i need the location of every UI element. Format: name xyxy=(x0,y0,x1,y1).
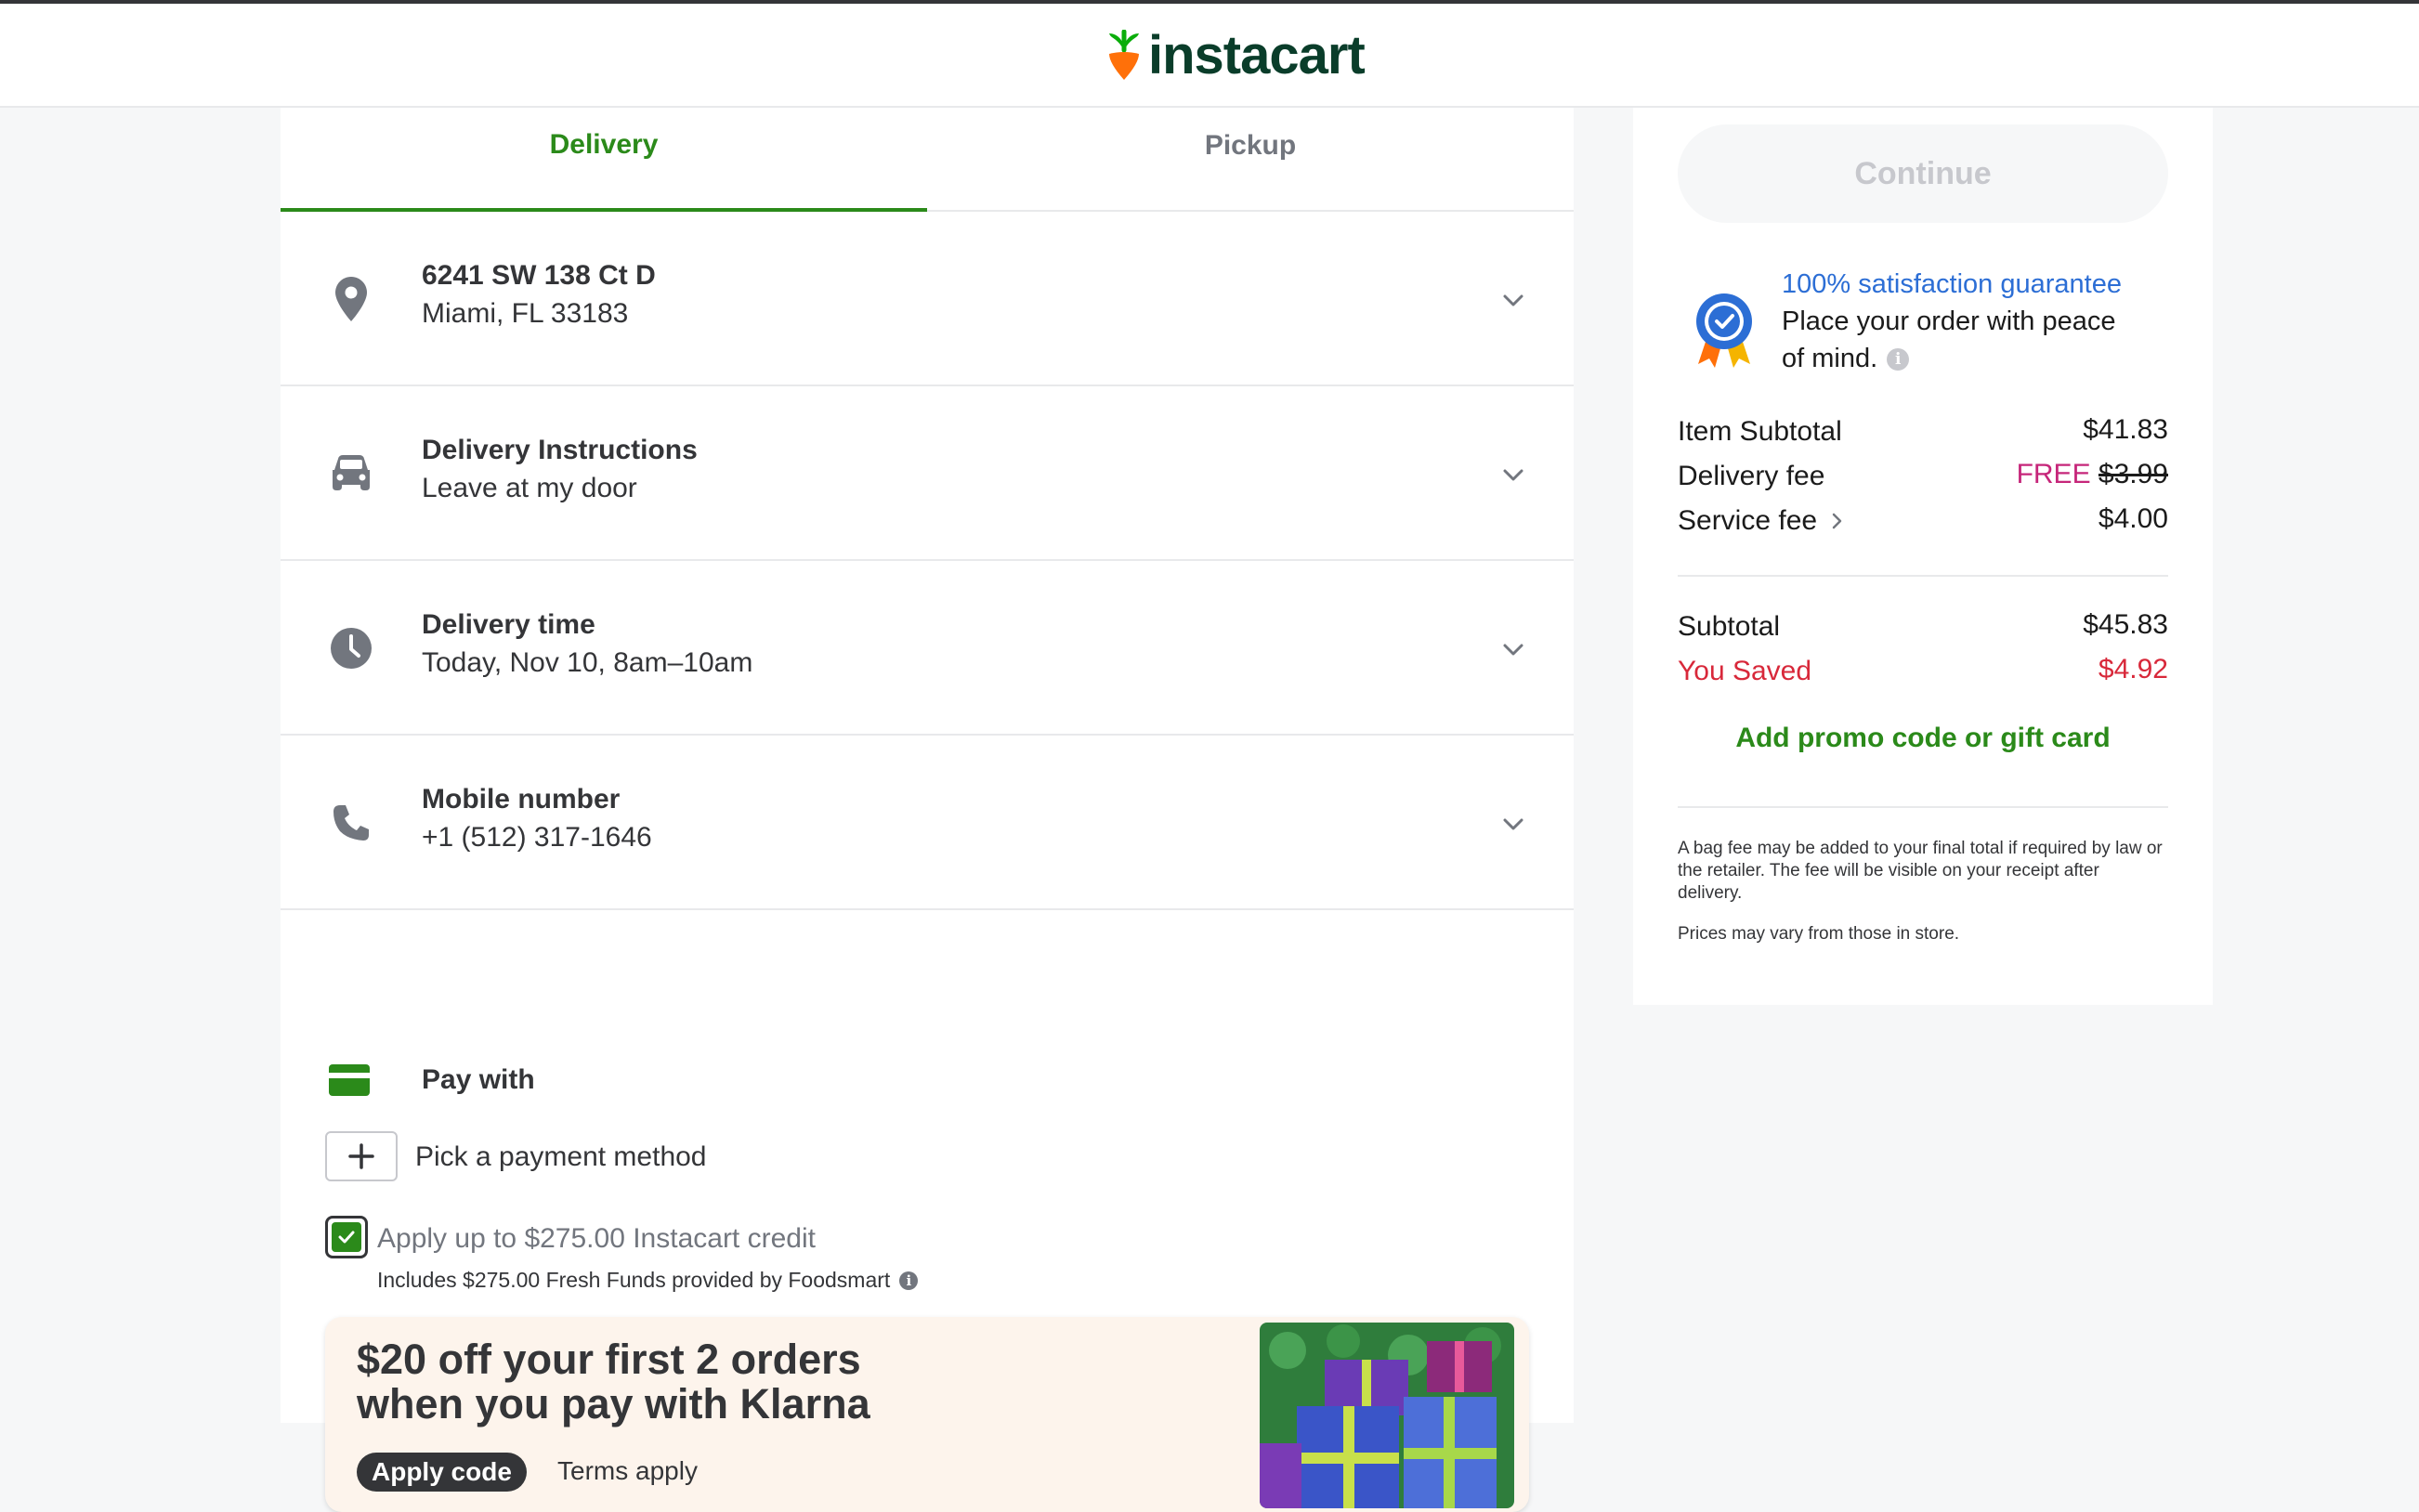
delivery-time-row[interactable]: Delivery time Today, Nov 10, 8am–10am xyxy=(281,561,1574,736)
address-title: 6241 SW 138 Ct D xyxy=(422,260,656,291)
chevron-down-icon xyxy=(1503,469,1523,481)
chevron-down-icon xyxy=(1503,644,1523,656)
chevron-down-icon xyxy=(1503,294,1523,306)
chevron-right-icon xyxy=(1832,513,1842,529)
info-icon[interactable]: i xyxy=(899,1271,919,1290)
checkbox-fill xyxy=(332,1222,361,1252)
service-fee-label: Service fee xyxy=(1678,505,1818,536)
guarantee-badge-icon xyxy=(1696,293,1752,368)
tab-pickup[interactable]: Pickup xyxy=(927,108,1574,210)
checkout-panel: Delivery Pickup 6241 SW 138 Ct D Miami, … xyxy=(281,108,1574,1512)
fresh-funds-text: Includes $275.00 Fresh Funds provided by… xyxy=(377,1268,891,1292)
subtotal-value: $45.83 xyxy=(2083,609,2168,640)
guarantee-title: 100% satisfaction guarantee xyxy=(1782,269,2122,299)
credit-card-icon xyxy=(329,1064,370,1096)
terms-apply-link[interactable]: Terms apply xyxy=(557,1456,698,1486)
logo-wordmark: instacart xyxy=(1148,25,1366,85)
instacart-credit-label: Apply up to $275.00 Instacart credit xyxy=(377,1223,816,1254)
delivery-time-title: Delivery time xyxy=(422,609,595,640)
you-saved-value: $4.92 xyxy=(2098,654,2168,684)
instacart-credit-checkbox[interactable] xyxy=(325,1216,368,1258)
promo-headline-line2: when you pay with Klarna xyxy=(357,1380,870,1427)
mobile-number-row[interactable]: Mobile number +1 (512) 317-1646 xyxy=(281,736,1574,910)
item-subtotal-value: $41.83 xyxy=(2083,414,2168,445)
car-icon xyxy=(325,448,377,500)
bag-fee-note: A bag fee may be added to your final tot… xyxy=(1678,839,2163,903)
address-row[interactable]: 6241 SW 138 Ct D Miami, FL 33183 xyxy=(281,212,1574,386)
delivery-fee-value: FREE $3.99 xyxy=(2017,459,2168,490)
guarantee-text-line2-text: of mind. xyxy=(1782,344,1878,373)
guarantee-text-line2: of mind. i xyxy=(1782,344,1910,374)
apply-code-button[interactable]: Apply code xyxy=(357,1453,527,1492)
gift-boxes-image xyxy=(1260,1323,1514,1508)
address-subtitle: Miami, FL 33183 xyxy=(422,298,629,329)
clock-icon xyxy=(325,622,377,674)
item-subtotal-label: Item Subtotal xyxy=(1678,416,1842,447)
delivery-instructions-row[interactable]: Delivery Instructions Leave at my door xyxy=(281,386,1574,561)
plus-icon xyxy=(348,1143,374,1169)
fresh-funds-note: Includes $275.00 Fresh Funds provided by… xyxy=(377,1268,919,1293)
prices-vary-note: Prices may vary from those in store. xyxy=(1678,924,1960,944)
guarantee-text-line1: Place your order with peace xyxy=(1782,306,2116,336)
chevron-down-icon xyxy=(1503,818,1523,830)
service-fee-label-row[interactable]: Service fee xyxy=(1678,505,1847,537)
top-bar: instacart xyxy=(0,0,2419,108)
phone-icon xyxy=(325,797,377,849)
delivery-time-subtitle: Today, Nov 10, 8am–10am xyxy=(422,647,753,678)
klarna-promo-banner: $20 off your first 2 orders when you pay… xyxy=(325,1317,1529,1512)
mobile-number-title: Mobile number xyxy=(422,784,621,815)
delivery-fee-label: Delivery fee xyxy=(1678,461,1825,491)
service-fee-value: $4.00 xyxy=(2098,503,2168,534)
info-icon[interactable]: i xyxy=(1887,347,1910,371)
delivery-fee-free: FREE xyxy=(2016,459,2091,489)
instacart-logo[interactable]: instacart xyxy=(1105,25,1366,85)
order-summary-panel: Continue 100% satisfaction guarantee Pla… xyxy=(1633,108,2213,1005)
you-saved-label: You Saved xyxy=(1678,656,1812,686)
promo-headline-line1: $20 off your first 2 orders xyxy=(357,1336,861,1383)
delivery-fee-original: $3.99 xyxy=(2098,459,2168,489)
delivery-instructions-title: Delivery Instructions xyxy=(422,435,698,465)
tab-delivery[interactable]: Delivery xyxy=(281,108,927,212)
pay-with-title: Pay with xyxy=(422,1064,535,1095)
add-payment-method-button[interactable] xyxy=(325,1131,398,1181)
delivery-instructions-subtitle: Leave at my door xyxy=(422,473,637,503)
location-pin-icon xyxy=(325,273,377,325)
divider xyxy=(1678,575,2168,577)
fulfillment-tabs: Delivery Pickup xyxy=(281,108,1574,212)
continue-button[interactable]: Continue xyxy=(1678,124,2168,223)
divider xyxy=(1678,806,2168,808)
add-promo-code-link[interactable]: Add promo code or gift card xyxy=(1678,723,2168,754)
mobile-number-subtitle: +1 (512) 317-1646 xyxy=(422,822,652,853)
subtotal-label: Subtotal xyxy=(1678,611,1781,642)
pick-payment-method-label[interactable]: Pick a payment method xyxy=(415,1141,707,1173)
checkmark-icon xyxy=(338,1231,355,1244)
carrot-logo-icon xyxy=(1109,30,1139,80)
